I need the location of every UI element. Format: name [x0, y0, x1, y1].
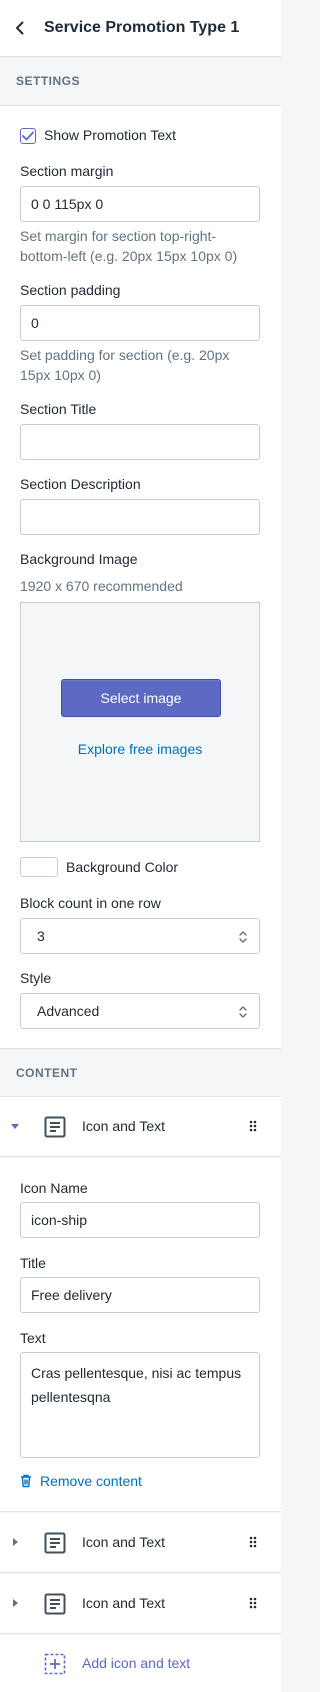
section-margin-label: Section margin [20, 163, 114, 179]
show-promotion-text-checkbox[interactable] [20, 128, 36, 144]
explore-free-images-link[interactable]: Explore free images [21, 741, 259, 757]
select-image-button[interactable]: Select image [61, 679, 221, 717]
section-padding-help-line-1: Set padding for section (e.g. 20px [20, 347, 230, 363]
drag-handle-icon[interactable] [249, 1120, 257, 1132]
section-padding-label: Section padding [20, 282, 121, 298]
expanded-block-panel: Icon Name Title Text Cras pellentesque, … [0, 1158, 281, 1512]
remove-content-link[interactable]: Remove content [20, 1473, 142, 1489]
section-title-label: Section Title [20, 401, 97, 417]
background-color-label: Background Color [66, 859, 179, 875]
page-header: Service Promotion Type 1 [0, 0, 281, 57]
add-icon-and-text-label: Add icon and text [82, 1655, 191, 1671]
settings-panel: Show Promotion Text Section margin Set m… [0, 106, 281, 1048]
section-description-label: Section Description [20, 476, 141, 492]
style-label: Style [20, 970, 52, 986]
content-block-item[interactable]: Icon and Text [0, 1513, 281, 1573]
icon-name-input[interactable] [20, 1202, 260, 1238]
icon-name-label: Icon Name [20, 1180, 88, 1196]
chevron-left-icon [16, 21, 24, 35]
section-margin-help-line-1: Set margin for section top-right- [20, 228, 217, 244]
block-name: Icon and Text [82, 1534, 166, 1550]
show-promotion-text-label: Show Promotion Text [44, 127, 177, 143]
section-margin-help: Set margin for section top-right- bottom… [20, 226, 260, 266]
block-count-select[interactable]: 3 [20, 918, 260, 954]
settings-section-header: SETTINGS [0, 57, 281, 106]
caret-right-icon[interactable] [10, 1537, 20, 1547]
block-count-label: Block count in one row [20, 895, 161, 911]
document-icon [44, 1532, 66, 1554]
content-section-header: CONTENT [0, 1048, 281, 1097]
block-name: Icon and Text [82, 1595, 166, 1611]
section-padding-help-line-2: 15px 10px 0) [20, 367, 101, 383]
remove-content-label: Remove content [40, 1473, 142, 1489]
section-margin-help-line-2: bottom-left (e.g. 20px 15px 10px 0) [20, 248, 238, 264]
content-block-item[interactable]: Icon and Text [0, 1574, 281, 1634]
drag-handle-icon[interactable] [249, 1597, 257, 1609]
drag-handle-icon[interactable] [249, 1536, 257, 1548]
document-icon [44, 1116, 66, 1138]
section-description-input[interactable] [20, 499, 260, 535]
background-image-help: 1920 x 670 recommended [20, 578, 183, 594]
content-block-item[interactable]: Icon and Text [0, 1097, 281, 1157]
style-value: Advanced [37, 1003, 100, 1019]
back-button[interactable] [0, 0, 40, 57]
background-image-label: Background Image [20, 551, 138, 567]
section-padding-input[interactable] [20, 305, 260, 341]
caret-right-icon[interactable] [10, 1598, 20, 1608]
trash-icon [21, 1474, 31, 1488]
select-arrows-icon [239, 931, 247, 943]
select-arrows-icon [239, 1006, 247, 1018]
block-count-value: 3 [37, 928, 45, 944]
block-name: Icon and Text [82, 1118, 166, 1134]
block-title-input[interactable] [20, 1277, 260, 1313]
block-text-textarea[interactable]: Cras pellentesque, nisi ac tempus pellen… [20, 1352, 260, 1458]
checkmark-icon [22, 131, 34, 141]
section-padding-help: Set padding for section (e.g. 20px 15px … [20, 345, 260, 385]
background-color-swatch[interactable] [20, 857, 58, 877]
background-image-picker: Select image Explore free images [20, 602, 260, 842]
section-title-input[interactable] [20, 424, 260, 460]
section-margin-input[interactable] [20, 186, 260, 222]
page-title: Service Promotion Type 1 [44, 19, 240, 36]
block-title-label: Title [20, 1255, 46, 1271]
style-select[interactable]: Advanced [20, 993, 260, 1029]
caret-down-icon[interactable] [10, 1121, 20, 1131]
add-block-icon [44, 1653, 66, 1675]
block-text-label: Text [20, 1330, 46, 1346]
add-icon-and-text-button[interactable]: Add icon and text [0, 1635, 281, 1692]
document-icon [44, 1593, 66, 1615]
